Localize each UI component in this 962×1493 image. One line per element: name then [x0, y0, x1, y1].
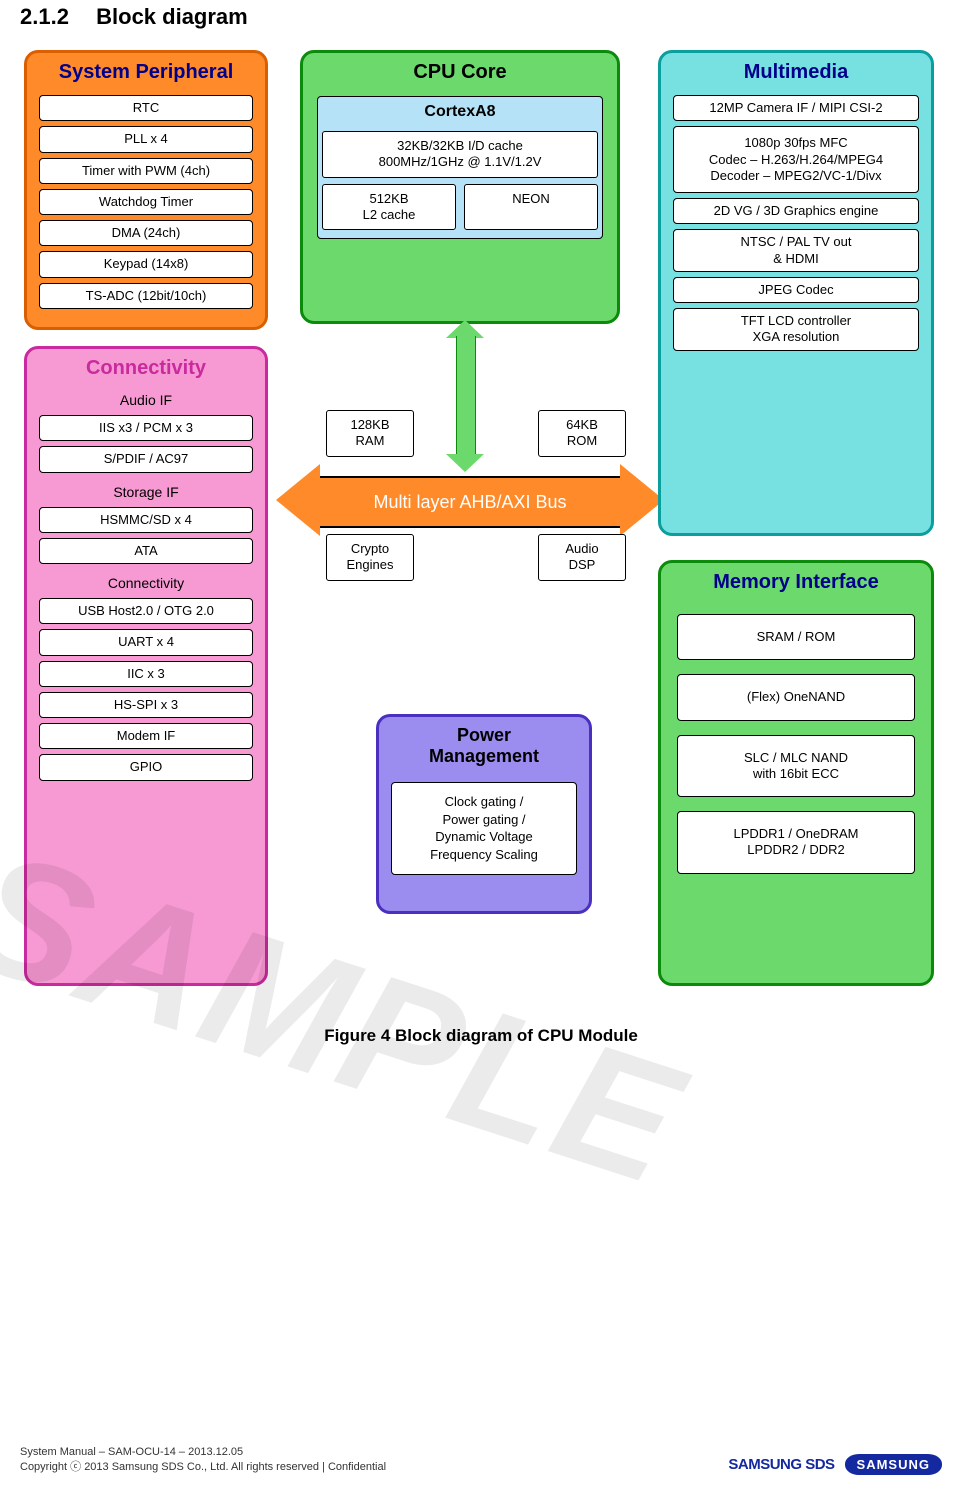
- list-item: SRAM / ROM: [677, 614, 915, 660]
- bus-audio-dsp-box: Audio DSP: [538, 534, 626, 581]
- footer-line: Copyright ⓒ 2013 Samsung SDS Co., Ltd. A…: [20, 1460, 386, 1475]
- panel-title: Multimedia: [669, 59, 923, 90]
- bus-arrow-left-icon: [276, 464, 320, 536]
- bus-crypto-box: Crypto Engines: [326, 534, 414, 581]
- sub-heading: Connectivity: [35, 569, 257, 593]
- block-diagram: System Peripheral RTC PLL x 4 Timer with…: [20, 50, 940, 1010]
- list-item: HS-SPI x 3: [39, 692, 253, 718]
- list-item: RTC: [39, 95, 253, 121]
- list-item: SLC / MLC NAND with 16bit ECC: [677, 735, 915, 798]
- list-item: 12MP Camera IF / MIPI CSI-2: [673, 95, 919, 121]
- list-item: S/PDIF / AC97: [39, 446, 253, 472]
- vertical-connector: [456, 336, 476, 456]
- figure-caption: Figure 4 Block diagram of CPU Module: [20, 1010, 942, 1062]
- cache-box: 32KB/32KB I/D cache 800MHz/1GHz @ 1.1V/1…: [322, 131, 598, 178]
- connectivity-panel: Connectivity Audio IF IIS x3 / PCM x 3 S…: [24, 346, 268, 986]
- list-item: Timer with PWM (4ch): [39, 158, 253, 184]
- list-item: UART x 4: [39, 629, 253, 655]
- system-peripheral-panel: System Peripheral RTC PLL x 4 Timer with…: [24, 50, 268, 330]
- sub-heading: Storage IF: [35, 478, 257, 502]
- panel-title: Memory Interface: [669, 569, 923, 600]
- power-management-panel: Power Management Clock gating / Power ga…: [376, 714, 592, 914]
- panel-title: CPU Core: [311, 59, 609, 90]
- list-item: GPIO: [39, 754, 253, 780]
- list-item: ATA: [39, 538, 253, 564]
- memory-interface-panel: Memory Interface SRAM / ROM (Flex) OneNA…: [658, 560, 934, 986]
- list-item: PLL x 4: [39, 126, 253, 152]
- list-item: Modem IF: [39, 723, 253, 749]
- list-item: DMA (24ch): [39, 220, 253, 246]
- list-item: 2D VG / 3D Graphics engine: [673, 198, 919, 224]
- panel-title: Connectivity: [35, 355, 257, 386]
- footer-logos: SAMSUNG SDS SAMSUNG: [728, 1454, 942, 1475]
- list-item: NTSC / PAL TV out & HDMI: [673, 229, 919, 272]
- neon-box: NEON: [464, 184, 598, 231]
- list-item: HSMMC/SD x 4: [39, 507, 253, 533]
- list-item: USB Host2.0 / OTG 2.0: [39, 598, 253, 624]
- list-item: IIC x 3: [39, 661, 253, 687]
- cpu-core-panel: CPU Core CortexA8 32KB/32KB I/D cache 80…: [300, 50, 620, 324]
- section-heading: 2.1.2 Block diagram: [20, 0, 942, 50]
- footer-line: System Manual – SAM-OCU-14 – 2013.12.05: [20, 1445, 386, 1460]
- list-item: (Flex) OneNAND: [677, 674, 915, 720]
- list-item: TFT LCD controller XGA resolution: [673, 308, 919, 351]
- bus-label: Multi layer AHB/AXI Bus: [320, 476, 620, 528]
- list-item: Keypad (14x8): [39, 251, 253, 277]
- cortex-panel: CortexA8 32KB/32KB I/D cache 800MHz/1GHz…: [317, 96, 603, 239]
- cortex-title: CortexA8: [322, 101, 598, 125]
- l2-box: 512KB L2 cache: [322, 184, 456, 231]
- sub-heading: Audio IF: [35, 386, 257, 410]
- panel-title: Power Management: [387, 723, 581, 772]
- page-footer: System Manual – SAM-OCU-14 – 2013.12.05 …: [20, 1445, 942, 1475]
- arrow-down-icon: [446, 454, 484, 472]
- multimedia-panel: Multimedia 12MP Camera IF / MIPI CSI-2 1…: [658, 50, 934, 536]
- bus-rom-box: 64KB ROM: [538, 410, 626, 457]
- list-item: Watchdog Timer: [39, 189, 253, 215]
- section-title: Block diagram: [96, 4, 248, 29]
- panel-title: System Peripheral: [35, 59, 257, 90]
- list-item: JPEG Codec: [673, 277, 919, 303]
- samsung-sds-logo: SAMSUNG SDS: [728, 1456, 834, 1473]
- bus-ram-box: 128KB RAM: [326, 410, 414, 457]
- section-number: 2.1.2: [20, 4, 90, 30]
- power-body: Clock gating / Power gating / Dynamic Vo…: [391, 782, 577, 874]
- samsung-logo: SAMSUNG: [845, 1454, 942, 1475]
- list-item: TS-ADC (12bit/10ch): [39, 283, 253, 309]
- list-item: LPDDR1 / OneDRAM LPDDR2 / DDR2: [677, 811, 915, 874]
- list-item: 1080p 30fps MFC Codec – H.263/H.264/MPEG…: [673, 126, 919, 193]
- list-item: IIS x3 / PCM x 3: [39, 415, 253, 441]
